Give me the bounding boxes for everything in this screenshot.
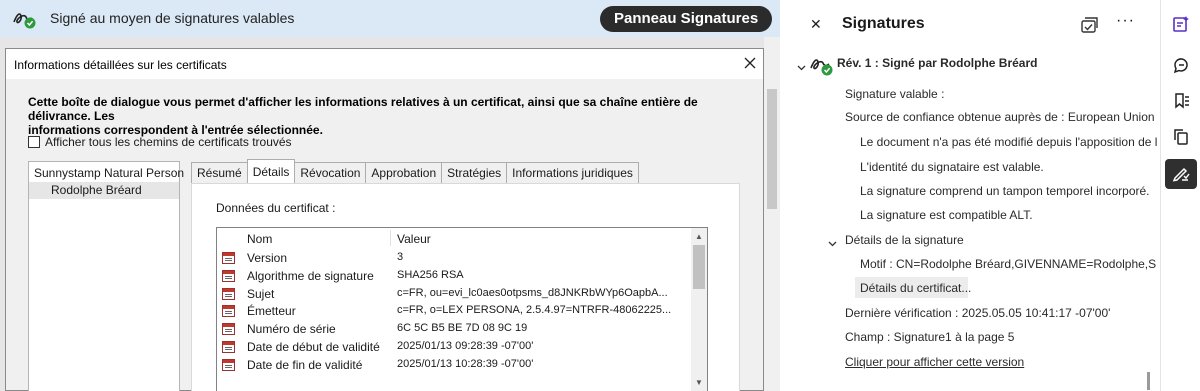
signature-details-header[interactable]: Détails de la signature	[845, 233, 964, 247]
details-tab-panel: Données du certificat : Nom Valeur Versi…	[191, 183, 740, 391]
certificate-field-icon	[222, 287, 235, 300]
close-icon[interactable]	[742, 55, 758, 71]
field-value: SHA256 RSA	[397, 268, 464, 281]
certificate-data-label: Données du certificat :	[216, 201, 336, 215]
edit-document-icon	[1171, 14, 1191, 37]
check-alt: La signature est compatible ALT.	[860, 208, 1033, 222]
chevron-down-icon[interactable]	[828, 237, 837, 247]
panel-scrollbar[interactable]	[1147, 372, 1150, 390]
field-value: 6C 5C B5 BE 7D 08 9C 19	[397, 322, 528, 335]
certificate-field-icon	[222, 252, 235, 264]
certificate-details-button[interactable]: Détails du certificat...	[855, 277, 972, 298]
table-row[interactable]: Version 3	[217, 249, 691, 267]
last-verification-text: Dernière vérification : 2025.05.05 10:41…	[845, 306, 1111, 320]
tab-revocation[interactable]: Révocation	[294, 162, 367, 183]
field-name: Émetteur	[247, 304, 296, 319]
chevron-down-icon[interactable]	[797, 61, 806, 71]
certificate-chain-tree: Sunnystamp Natural Person Rodolphe Bréar…	[28, 161, 184, 391]
document-scrollbar-thumb[interactable]	[767, 89, 777, 209]
signatures-panel-button[interactable]: Panneau Signatures	[600, 6, 773, 32]
comment-tool[interactable]	[1165, 51, 1197, 81]
certificate-data-list: Nom Valeur Version 3 Algorithme de signatu…	[216, 227, 708, 391]
list-header: Nom Valeur	[217, 228, 707, 248]
certificate-field-icon	[222, 323, 235, 336]
table-row[interactable]: Sujet c=FR, ou=evi_lc0aes0otpsms_d8JNKRbW…	[217, 285, 691, 303]
certificate-field-icon	[222, 269, 235, 282]
table-row[interactable]: Date de début de validité 2025/01/13 09:2…	[217, 338, 691, 356]
tree-item-selected[interactable]: Rodolphe Bréard	[29, 182, 179, 199]
table-row[interactable]: Algorithme de signature SHA256 RSA	[217, 267, 691, 285]
check-identity: L'identité du signataire est valable.	[860, 160, 1044, 174]
list-scrollbar-thumb[interactable]	[693, 245, 705, 289]
table-row[interactable]: Émetteur c=FR, o=LEX PERSONA, 2.5.4.97=NT…	[217, 302, 691, 320]
field-name: Sujet	[247, 286, 275, 301]
table-row[interactable]: Date de fin de validité 2025/01/13 10:28:…	[217, 356, 691, 374]
edit-ai-tool[interactable]	[1165, 10, 1197, 40]
bookmarks-tool[interactable]	[1165, 87, 1197, 117]
field-name: Version	[247, 251, 288, 265]
column-header-value[interactable]: Valeur	[397, 232, 431, 246]
scroll-up-icon[interactable]: ▲	[695, 232, 703, 241]
pages-tool[interactable]	[1165, 123, 1197, 153]
tab-strategies[interactable]: Stratégies	[441, 162, 508, 183]
document-scrollbar[interactable]	[764, 37, 780, 391]
certificate-field-icon	[222, 341, 235, 353]
column-divider[interactable]	[390, 230, 391, 246]
valid-signature-label: Signature valable :	[845, 87, 945, 101]
field-name: Algorithme de signature	[247, 268, 374, 283]
signature-status-banner: Signé au moyen de signatures valables Pa…	[0, 0, 780, 37]
field-value: c=FR, ou=evi_lc0aes0otpsms_d8JNKRbWYp6Oa…	[397, 286, 668, 299]
panel-title: Signatures	[842, 15, 925, 32]
signature-field-text: Champ : Signature1 à la page 5	[845, 330, 1015, 344]
signature-status-text: Signé au moyen de signatures valables	[50, 10, 295, 26]
show-all-paths-checkbox[interactable]: Afficher tous les chemins de certificats…	[28, 135, 292, 149]
table-row[interactable]: Numéro de série 6C 5C B5 BE 7D 08 9C 19	[217, 320, 691, 338]
column-header-name[interactable]: Nom	[247, 232, 272, 246]
dialog-titlebar: Informations détaillées sur les certific…	[6, 49, 763, 79]
field-name: Date de début de validité	[247, 340, 380, 354]
field-name: Numéro de série	[247, 322, 336, 337]
check-timestamp: La signature comprend un tampon temporel…	[860, 184, 1150, 198]
validate-all-icon[interactable]	[1080, 16, 1100, 37]
field-value: 2025/01/13 10:28:39 -07'00'	[397, 357, 534, 370]
field-name: Date de fin de validité	[247, 357, 363, 372]
certificate-tabs: Résumé Détails Révocation Approbation St…	[191, 159, 639, 183]
field-value: 2025/01/13 09:28:39 -07'00'	[397, 340, 534, 352]
tab-details[interactable]: Détails	[246, 159, 296, 183]
trust-source-text: Source de confiance obtenue auprès de : …	[845, 110, 1157, 124]
certificate-field-icon	[222, 305, 235, 318]
bookmark-icon	[1171, 91, 1191, 114]
close-icon[interactable]: ✕	[810, 16, 822, 33]
field-value: 3	[397, 251, 404, 263]
tab-legal-info[interactable]: Informations juridiques	[506, 162, 639, 183]
show-version-link[interactable]: Cliquer pour afficher cette version	[845, 355, 1024, 369]
check-unmodified: Le document n'a pas été modifié depuis l…	[860, 135, 1157, 149]
certificate-field-icon	[222, 358, 235, 371]
tab-approbation[interactable]: Approbation	[365, 162, 443, 183]
signature-valid-icon	[809, 54, 835, 79]
signatures-tool[interactable]	[1165, 159, 1197, 189]
document-area: Signé au moyen de signatures valables Pa…	[0, 0, 780, 391]
signatures-panel: ✕ Signatures ··· Rév. 1 : Signé par Rodo…	[780, 0, 1160, 391]
field-value: c=FR, o=LEX PERSONA, 2.5.4.97=NTRFR-4806…	[397, 304, 672, 317]
dialog-intro-line: Cette boîte de dialogue vous permet d'af…	[28, 95, 698, 123]
tree-item-root[interactable]: Sunnystamp Natural Person	[34, 166, 184, 180]
right-tool-rail	[1160, 0, 1200, 391]
show-all-paths-label: Afficher tous les chemins de certificats…	[45, 135, 292, 149]
dialog-intro-text: Cette boîte de dialogue vous permet d'af…	[28, 95, 748, 137]
list-scrollbar[interactable]: ▲ ▼	[691, 228, 707, 391]
comment-icon	[1171, 55, 1191, 78]
certificate-details-label: Détails du certificat...	[860, 281, 972, 295]
certificate-details-dialog: Informations détaillées sur les certific…	[5, 48, 764, 391]
tab-resume[interactable]: Résumé	[191, 162, 248, 183]
signature-pen-icon	[1171, 163, 1191, 186]
signature-motif: Motif : CN=Rodolphe Bréard,GIVENNAME=Rod…	[860, 257, 1157, 271]
signature-pen-icon	[12, 8, 38, 33]
scroll-down-icon[interactable]: ▼	[695, 378, 703, 387]
checkbox-box[interactable]	[28, 136, 40, 148]
copy-pages-icon	[1171, 127, 1191, 150]
revision-title[interactable]: Rév. 1 : Signé par Rodolphe Bréard	[837, 56, 1037, 70]
more-options-icon[interactable]: ···	[1116, 12, 1135, 30]
dialog-title: Informations détaillées sur les certific…	[14, 58, 227, 72]
